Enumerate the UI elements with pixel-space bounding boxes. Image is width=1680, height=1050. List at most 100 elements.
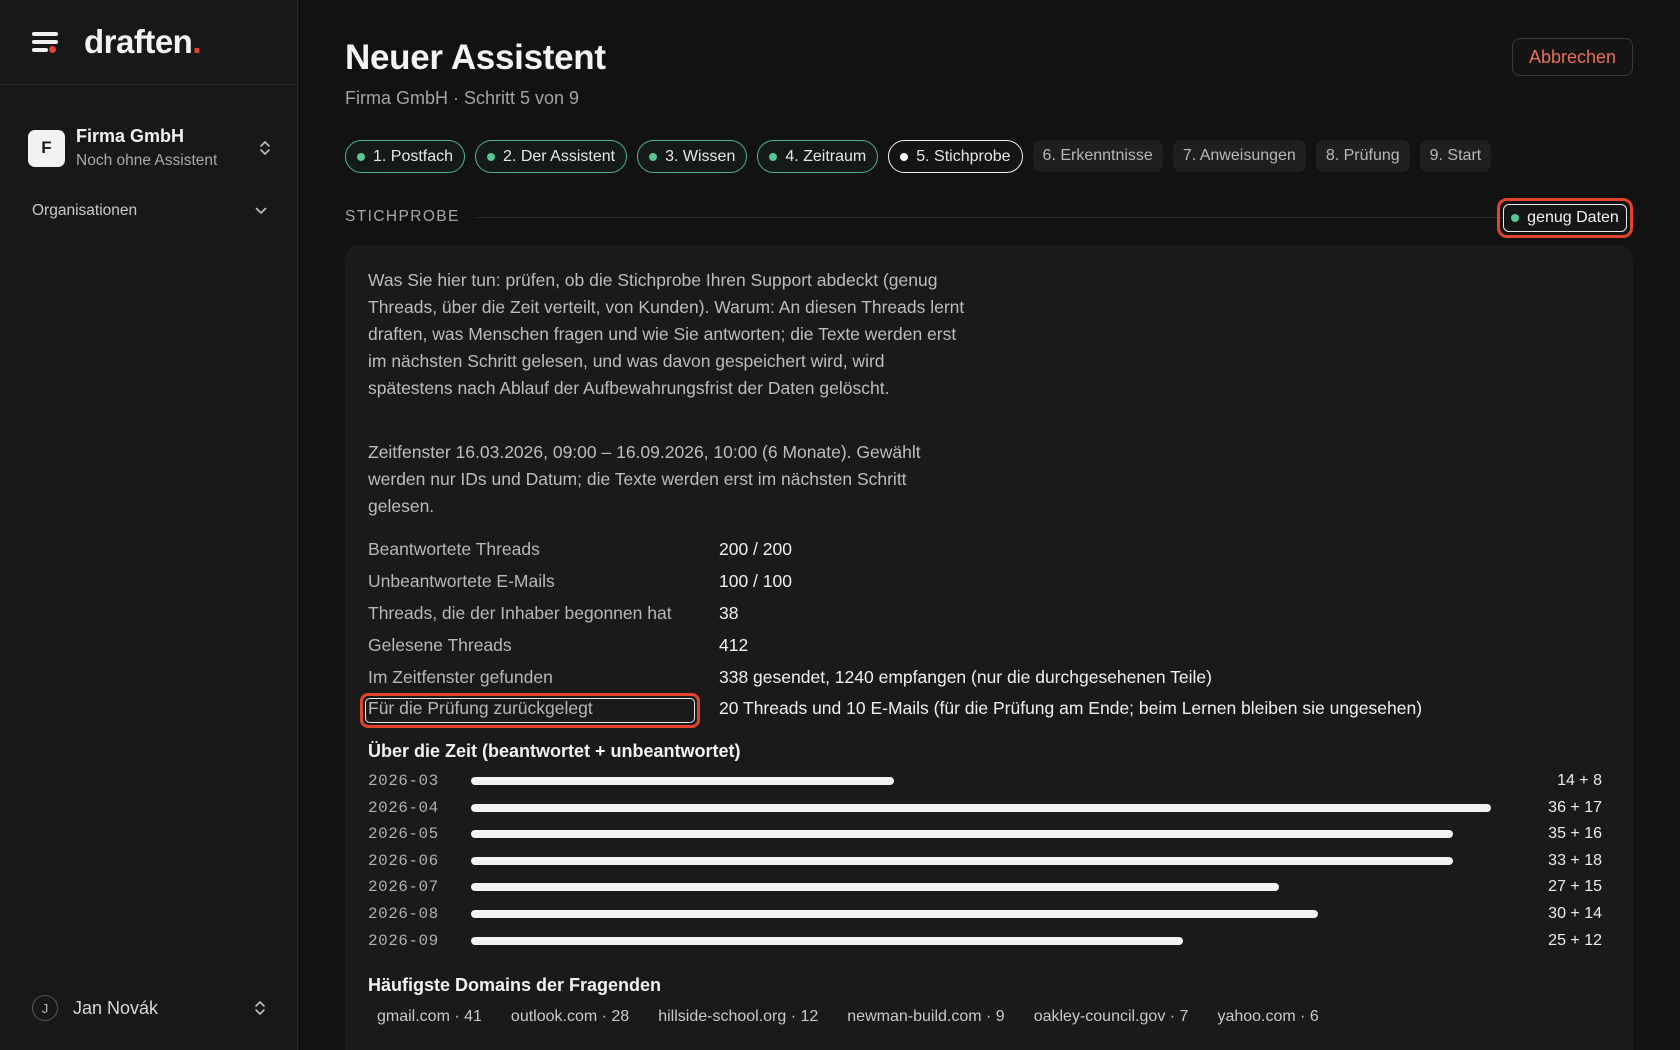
step-label: 5. Stichprobe: [916, 147, 1011, 165]
bar-row: 2026-07 27 + 15: [368, 874, 1608, 900]
step-tabs: 1. Postfach 2. Der Assistent 3. Wissen 4. Z…: [345, 140, 1501, 173]
bar: [471, 830, 1453, 839]
tab-step-6[interactable]: 6. Erkenntnisse: [1032, 140, 1163, 172]
org-name: Firma GmbH: [76, 126, 185, 146]
bar-value-label: 33 + 18: [1548, 851, 1602, 869]
step-label: 9. Start: [1429, 147, 1482, 164]
domain-chip: gmail.com · 41: [377, 1008, 482, 1025]
menu-icon[interactable]: [32, 30, 60, 54]
bar-category-label: 2026-03: [368, 772, 439, 790]
stat-label: Unbeantwortete E-Mails: [368, 571, 555, 592]
bar-value-label: 30 + 14: [1548, 905, 1602, 922]
status-badge-highlight: genug Daten: [1497, 198, 1633, 238]
stat-value: 338 gesendet, 1240 empfangen (nur die du…: [719, 666, 1212, 687]
bar: [471, 777, 895, 785]
domain-chip: newman-build.com · 9: [847, 1008, 1005, 1025]
bar-category-label: 2026-09: [368, 931, 439, 950]
tab-step-8[interactable]: 8. Prüfung: [1315, 140, 1410, 172]
status-dot-icon: [1511, 214, 1520, 222]
tab-step-2[interactable]: 2. Der Assistent: [475, 140, 628, 173]
domain-chip: yahoo.com · 6: [1217, 1008, 1319, 1025]
domain-chip: hillside-school.org · 12: [658, 1008, 819, 1025]
bar-value-label: 36 + 17: [1548, 798, 1602, 816]
bar-category-label: 2026-05: [368, 825, 439, 844]
chevron-up-down-icon: [258, 139, 272, 157]
intro-text: Was Sie hier tun: prüfen, ob die Stichpr…: [368, 270, 965, 398]
step-status-dot-icon: [649, 152, 658, 161]
org-avatar: F: [28, 129, 65, 167]
user-avatar: J: [32, 995, 58, 1021]
step-label: 2. Der Assistent: [503, 147, 616, 165]
bar-value-label: 35 + 16: [1548, 825, 1602, 843]
step-status-dot-icon: [357, 152, 365, 161]
bar-category-label: 2026-04: [368, 798, 439, 817]
org-switcher[interactable]: F Firma GmbH Noch ohne Assistent: [28, 118, 272, 178]
time-window-text: Zeitfenster 16.03.2026, 09:00 – 16.09.20…: [368, 442, 921, 516]
tab-step-5[interactable]: 5. Stichprobe: [888, 140, 1023, 173]
bar-category-label: 2026-07: [368, 878, 439, 897]
step-label: 1. Postfach: [373, 147, 454, 165]
step-label: 8. Prüfung: [1325, 147, 1400, 164]
page-subtitle: Firma GmbH · Schritt 5 von 9: [345, 88, 580, 108]
stat-label: Für die Prüfung zurückgelegt: [368, 698, 593, 719]
bar-value-label: 27 + 15: [1548, 878, 1602, 896]
sample-card: Was Sie hier tun: prüfen, ob die Stichpr…: [345, 245, 1633, 1050]
tab-step-1[interactable]: 1. Postfach: [345, 140, 466, 173]
chevron-up-down-icon: [253, 999, 267, 1017]
section-header: STICHPROBE: [345, 205, 1635, 229]
tab-step-3[interactable]: 3. Wissen: [637, 140, 748, 173]
bar-row: 2026-04 36 + 17: [368, 795, 1608, 821]
stat-row: Beantwortete Threads 200 / 200: [368, 534, 1628, 566]
page-title: Neuer Assistent: [345, 38, 606, 77]
bar: [471, 883, 1280, 892]
step-status-dot-icon: [769, 152, 778, 161]
step-label: 4. Zeitraum: [785, 147, 867, 165]
stat-value: 100 / 100: [719, 571, 792, 592]
bar-value-label: 14 + 8: [1557, 772, 1602, 789]
bar: [471, 803, 1491, 812]
stat-label: Im Zeitfenster gefunden: [368, 666, 553, 687]
domain-chip: oakley-council.gov · 7: [1033, 1008, 1189, 1025]
stats-table: Beantwortete Threads 200 / 200 Unbeantwort…: [360, 534, 1628, 728]
tab-step-9[interactable]: 9. Start: [1419, 140, 1492, 172]
sidebar-item-label: Organisationen: [32, 202, 138, 219]
bar-category-label: 2026-06: [368, 851, 439, 870]
domain-list: gmail.com · 41 outlook.com · 28 hillside-s…: [368, 1003, 1339, 1031]
stat-value: 200 / 200: [719, 539, 792, 560]
section-label: STICHPROBE: [345, 208, 460, 225]
tab-step-4[interactable]: 4. Zeitraum: [757, 140, 879, 173]
sidebar-header: draften.: [0, 0, 297, 85]
stat-row: Im Zeitfenster gefunden 338 gesendet, 124…: [368, 661, 1628, 693]
bar: [471, 936, 1184, 945]
sidebar: draften. F Firma GmbH Noch ohne Assisten…: [0, 0, 298, 1050]
stat-label: Threads, die der Inhaber begonnen hat: [368, 602, 672, 623]
stat-label: Beantwortete Threads: [368, 539, 540, 560]
step-status-dot-icon: [487, 152, 496, 161]
time-chart: 2026-03 14 + 8 2026-04 36 + 17 2026-05 35 + 1…: [368, 768, 1608, 958]
bar-row: 2026-03 14 + 8: [368, 768, 1608, 794]
stat-row: Unbeantwortete E-Mails 100 / 100: [368, 566, 1628, 598]
stat-row: Threads, die der Inhaber begonnen hat 38: [368, 598, 1628, 630]
stat-row: Für die Prüfung zurückgelegt 20 Threads u…: [360, 692, 1628, 728]
bar-row: 2026-06 33 + 18: [368, 848, 1608, 874]
user-switcher[interactable]: J Jan Novák: [32, 995, 267, 1021]
org-subtitle: Noch ohne Assistent: [76, 152, 218, 169]
status-badge-label: genug Daten: [1527, 209, 1619, 226]
bar-row: 2026-05 35 + 16: [368, 821, 1608, 847]
user-name: Jan Novák: [73, 997, 159, 1018]
tab-step-7[interactable]: 7. Anweisungen: [1172, 140, 1306, 172]
divider: [475, 216, 1635, 218]
stat-value: 412: [719, 634, 749, 655]
bar-row: 2026-08 30 + 14: [368, 901, 1608, 927]
domain-chip: outlook.com · 28: [510, 1008, 630, 1025]
sidebar-item-organisationen[interactable]: Organisationen: [32, 198, 267, 224]
bar-value-label: 25 + 12: [1548, 931, 1602, 949]
cancel-button[interactable]: Abbrechen: [1512, 38, 1633, 76]
step-label: 6. Erkenntnisse: [1042, 147, 1153, 164]
chevron-down-icon: [255, 202, 267, 220]
logo[interactable]: draften.: [84, 23, 201, 61]
stat-value: 20 Threads und 10 E-Mails (für die Prüfu…: [719, 698, 1423, 719]
stat-row: Gelesene Threads 412: [368, 629, 1628, 661]
step-label: 3. Wissen: [665, 147, 736, 165]
status-badge[interactable]: genug Daten: [1503, 204, 1627, 232]
